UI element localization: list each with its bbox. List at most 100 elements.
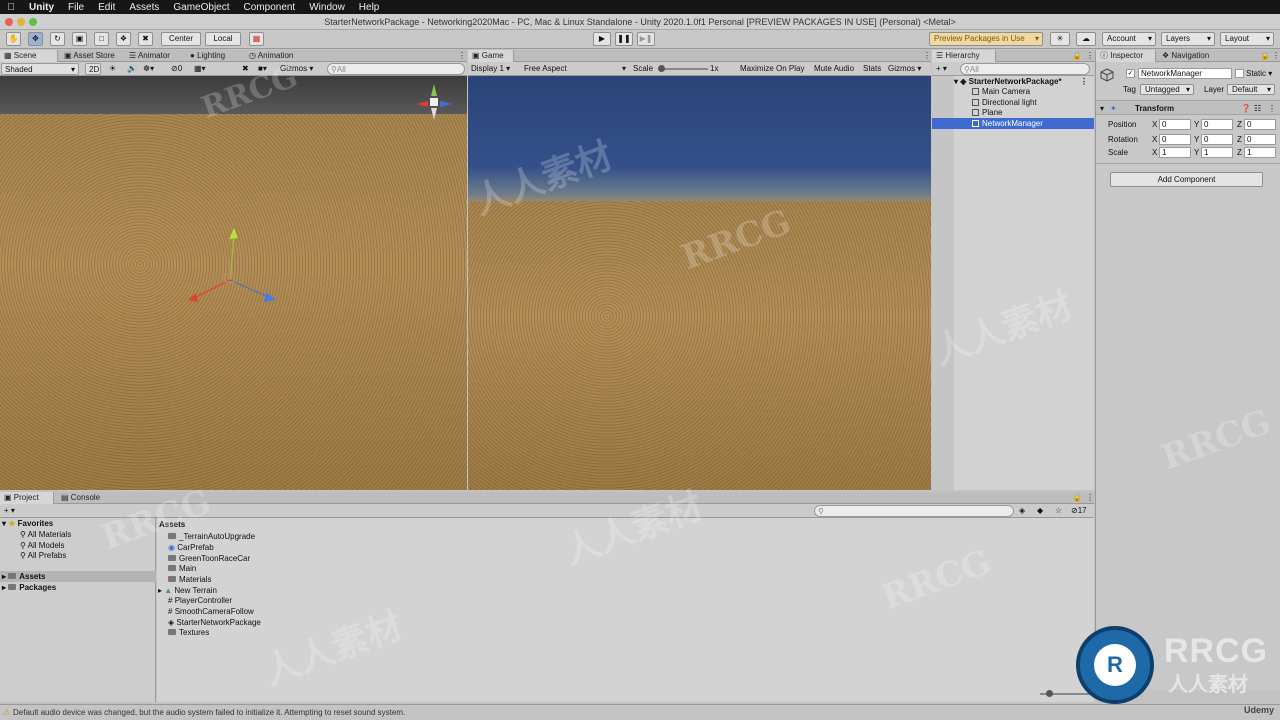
help-icon[interactable]: ❓ — [1241, 103, 1251, 114]
project-search-input[interactable]: ⚲ — [814, 505, 1014, 517]
icon-size-slider[interactable] — [1040, 690, 1090, 697]
transform-header[interactable]: ▾ ✦ Transform ❓ ☷ ⋮ — [1096, 100, 1280, 115]
transform-tool-icon[interactable]: ❖ — [116, 32, 131, 46]
menu-help[interactable]: Help — [352, 2, 387, 13]
space-local-button[interactable]: Local — [205, 32, 241, 46]
layers-dropdown[interactable]: Layers — [1161, 32, 1215, 46]
hierarchy-create-button[interactable]: + ▾ — [936, 63, 947, 75]
menu-assets[interactable]: Assets — [122, 2, 166, 13]
scene-grid-icon[interactable]: ▦▾ — [194, 63, 206, 75]
apple-icon[interactable]:  — [0, 2, 22, 13]
menu-window[interactable]: Window — [302, 2, 352, 13]
project-lock-icon[interactable]: 🔒 — [1068, 492, 1082, 504]
menu-unity[interactable]: Unity — [22, 2, 61, 13]
tab-console[interactable]: ▤ Console — [57, 492, 111, 504]
scene-effects-icon[interactable]: ☸▾ — [143, 63, 154, 75]
hierarchy-item-networkmanager[interactable]: NetworkManager — [932, 118, 1094, 129]
display-dropdown[interactable]: Display 1 ▾ — [471, 63, 510, 75]
asset-item-materials[interactable]: Materials — [168, 575, 211, 586]
tab-hierarchy[interactable]: ☰ Hierarchy — [932, 50, 996, 62]
static-dropdown[interactable]: Static ▾ — [1246, 68, 1272, 79]
hierarchy-item-plane[interactable]: Plane — [972, 107, 1094, 118]
layer-dropdown[interactable]: Default — [1227, 84, 1275, 95]
asset-item-textures[interactable]: Textures — [168, 628, 209, 639]
layout-dropdown[interactable]: Layout — [1220, 32, 1274, 46]
active-checkbox[interactable]: ✓ — [1126, 69, 1135, 78]
menu-edit[interactable]: Edit — [91, 2, 122, 13]
shading-mode-dropdown[interactable]: Shaded ▾ — [1, 63, 79, 75]
hand-tool-icon[interactable]: ✋ — [6, 32, 21, 46]
packages-root-row[interactable]: ▸ Packages — [2, 582, 152, 593]
asset-item-playercontroller[interactable]: # PlayerController — [168, 596, 232, 607]
tab-game[interactable]: ▣ Game — [468, 50, 514, 62]
play-button[interactable]: ▶ — [593, 32, 611, 46]
scale-tool-icon[interactable]: ▣ — [72, 32, 87, 46]
component-menu-icon[interactable]: ⋮ — [1268, 103, 1276, 114]
asset-item-terrain-auto-upgrade[interactable]: _TerrainAutoUpgrade — [168, 532, 255, 543]
pivot-center-button[interactable]: Center — [161, 32, 201, 46]
favorite-icon[interactable]: ☆ — [1055, 505, 1062, 517]
close-window-button[interactable] — [5, 18, 13, 26]
mute-audio-toggle[interactable]: Mute Audio — [814, 63, 854, 75]
transform-handles-icon[interactable] — [184, 224, 284, 314]
scene-lighting-icon[interactable]: ☀ — [109, 63, 116, 75]
scene-orientation-gizmo-icon[interactable] — [414, 82, 454, 122]
aspect-dropdown[interactable]: Free Aspect ▾ — [524, 63, 628, 75]
expand-arrow-icon[interactable]: ▸ — [158, 586, 162, 595]
presets-icon[interactable]: ☷ — [1254, 103, 1261, 114]
scene-panel-menu-icon[interactable]: ⋮ — [454, 50, 466, 62]
rotate-tool-icon[interactable]: ↻ — [50, 32, 65, 46]
scene-search-input[interactable]: ⚲All — [327, 63, 465, 75]
collab-icon[interactable]: ✳ — [1050, 32, 1070, 46]
menu-gameobject[interactable]: GameObject — [166, 2, 236, 13]
hierarchy-search-input[interactable]: ⚲All — [960, 63, 1090, 75]
hidden-objects-icon[interactable]: ⊘0 — [171, 63, 182, 75]
rotation-x-field[interactable]: 0 — [1159, 134, 1191, 145]
account-dropdown[interactable]: Account — [1102, 32, 1156, 46]
move-tool-icon[interactable]: ✥ — [28, 32, 43, 46]
rotation-y-field[interactable]: 0 — [1201, 134, 1233, 145]
preview-packages-dropdown[interactable]: Preview Packages in Use — [929, 32, 1043, 46]
menu-component[interactable]: Component — [237, 2, 303, 13]
rotation-z-field[interactable]: 0 — [1244, 134, 1276, 145]
rect-tool-icon[interactable]: □ — [94, 32, 109, 46]
status-bar[interactable]: ⚠ Default audio device was changed, but … — [0, 704, 1280, 720]
project-menu-icon[interactable]: ⋮ — [1082, 492, 1094, 504]
position-x-field[interactable]: 0 — [1159, 119, 1191, 130]
scene-audio-icon[interactable]: 🔊 — [127, 63, 137, 75]
hidden-packages-toggle[interactable]: ⊘17 — [1071, 505, 1087, 517]
cloud-icon[interactable]: ☁ — [1076, 32, 1096, 46]
hierarchy-lock-icon[interactable]: 🔒 — [1068, 50, 1082, 62]
tools-icon[interactable]: ✖ — [242, 63, 249, 75]
search-by-type-icon[interactable]: ◈ — [1019, 505, 1025, 517]
maximize-on-play-toggle[interactable]: Maximize On Play — [740, 63, 804, 75]
grid-snap-icon[interactable]: ▦ — [249, 32, 264, 46]
game-gizmos-toggle[interactable]: Gizmos ▾ — [888, 63, 921, 75]
scale-z-field[interactable]: 1 — [1244, 147, 1276, 158]
static-checkbox[interactable] — [1235, 69, 1244, 78]
scale-y-field[interactable]: 1 — [1201, 147, 1233, 158]
scene-view[interactable] — [0, 76, 467, 490]
minimize-window-button[interactable] — [17, 18, 25, 26]
mode-2d-toggle[interactable]: 2D — [85, 63, 101, 75]
tag-dropdown[interactable]: Untagged — [1140, 84, 1194, 95]
icon-size-slider-handle[interactable] — [1046, 690, 1053, 697]
tab-inspector[interactable]: ⓘ Inspector — [1096, 50, 1156, 62]
asset-item-carprefab[interactable]: ◉ CarPrefab — [168, 543, 214, 554]
stats-toggle[interactable]: Stats — [863, 63, 881, 75]
scale-x-field[interactable]: 1 — [1159, 147, 1191, 158]
project-create-button[interactable]: + ▾ — [4, 505, 15, 517]
tab-lighting[interactable]: ● Lighting — [186, 50, 244, 62]
inspector-menu-icon[interactable]: ⋮ — [1268, 50, 1280, 62]
tab-animation[interactable]: ◷ Animation — [245, 50, 307, 62]
game-panel-menu-icon[interactable]: ⋮ — [919, 50, 931, 62]
tab-animator[interactable]: ☰ Animator — [125, 50, 183, 62]
custom-tool-icon[interactable]: ✖ — [138, 32, 153, 46]
position-y-field[interactable]: 0 — [1201, 119, 1233, 130]
tab-navigation[interactable]: ❖ Navigation — [1158, 50, 1228, 62]
favorite-all-prefabs[interactable]: ⚲ All Prefabs — [20, 550, 150, 561]
hierarchy-menu-icon[interactable]: ⋮ — [1082, 50, 1094, 62]
zoom-window-button[interactable] — [29, 18, 37, 26]
hierarchy-item-main-camera[interactable]: Main Camera — [972, 86, 1094, 97]
assets-root-row[interactable]: ▸ Assets — [0, 571, 156, 582]
